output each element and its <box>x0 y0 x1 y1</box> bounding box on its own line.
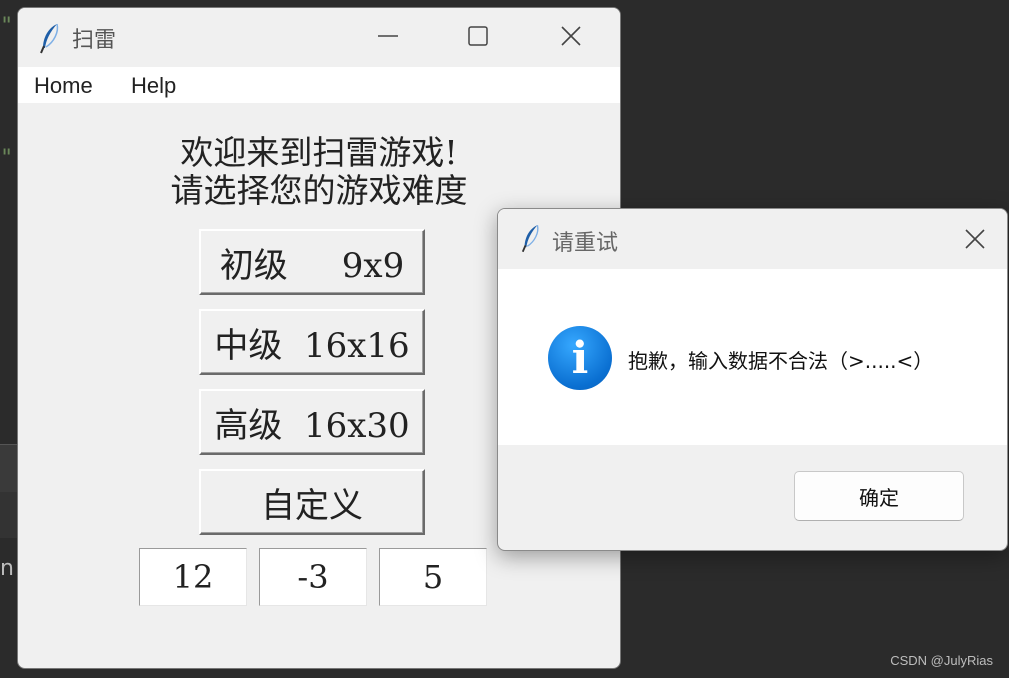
welcome-text: 欢迎来到扫雷游戏! 请选择您的游戏难度 <box>18 134 620 210</box>
dialog-title-bar[interactable]: 请重试 <box>498 209 1007 269</box>
window-title: 扫雷 <box>72 28 117 53</box>
feather-icon <box>40 23 59 54</box>
close-icon <box>965 229 985 249</box>
editor-text-fragment: n <box>0 556 14 581</box>
dialog-title: 请重试 <box>552 231 619 256</box>
dialog-close-button[interactable] <box>957 221 993 257</box>
editor-quote-fragment: " <box>0 146 14 171</box>
editor-quote-fragment: " <box>0 14 14 39</box>
welcome-line-2: 请选择您的游戏难度 <box>170 171 468 210</box>
welcome-line-1: 欢迎来到扫雷游戏! <box>180 133 458 172</box>
mines-input[interactable]: 5 <box>379 548 487 606</box>
editor-panel-fragment <box>0 492 18 538</box>
rows-input[interactable]: 12 <box>139 548 247 606</box>
beginner-button[interactable]: 初级 9x9 <box>199 229 425 295</box>
maximize-icon <box>468 26 488 46</box>
maximize-button[interactable] <box>458 18 498 54</box>
watermark: CSDN @JulyRias <box>890 653 993 668</box>
ok-button[interactable]: 确定 <box>794 471 964 521</box>
feather-icon <box>521 225 539 253</box>
retry-dialog: 请重试 i 抱歉，输入数据不合法（>.....<） 确定 <box>497 208 1008 551</box>
menu-help[interactable]: Help <box>131 73 176 99</box>
close-button[interactable] <box>551 18 591 54</box>
menu-home[interactable]: Home <box>34 73 93 99</box>
columns-input[interactable]: -3 <box>259 548 367 606</box>
expert-button[interactable]: 高级 16x30 <box>199 389 425 455</box>
dialog-message: 抱歉，输入数据不合法（>.....<） <box>628 349 934 373</box>
custom-button[interactable]: 自定义 <box>199 469 425 535</box>
minimize-button[interactable] <box>368 18 408 54</box>
close-icon <box>561 26 581 46</box>
title-bar[interactable]: 扫雷 <box>18 8 620 66</box>
intermediate-button[interactable]: 中级 16x16 <box>199 309 425 375</box>
info-icon: i <box>548 326 612 390</box>
dialog-body: i 抱歉，输入数据不合法（>.....<） <box>498 269 1007 445</box>
menu-bar: Home Help <box>18 67 620 103</box>
minimize-icon <box>378 35 398 37</box>
